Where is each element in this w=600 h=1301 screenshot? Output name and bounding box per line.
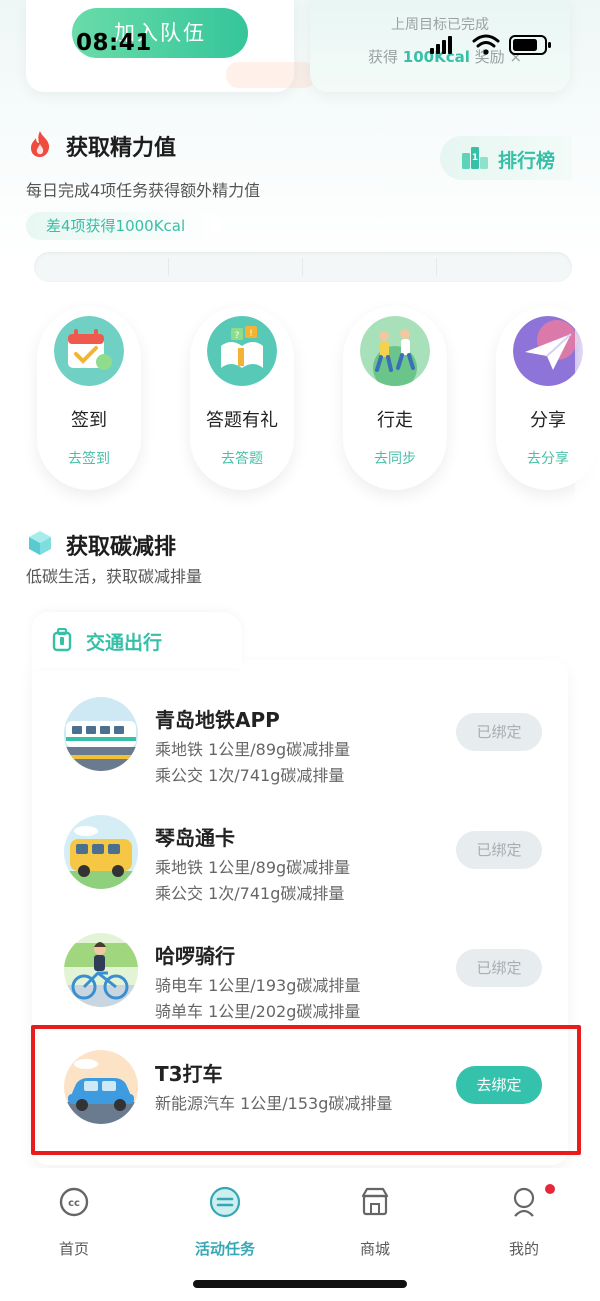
profile-icon	[513, 1187, 535, 1217]
nav-item-home[interactable]: cc 首页	[24, 1186, 124, 1266]
bound-button[interactable]: 已绑定	[456, 831, 542, 869]
leaderboard-label: 排行榜	[498, 150, 556, 172]
energy-section-title: 获取精力值	[66, 136, 177, 161]
walking-people-icon	[360, 316, 430, 386]
status-time: 08:41	[76, 30, 152, 56]
emission-rate: 乘地铁 1公里/89g碳减排量	[155, 858, 351, 877]
task-action[interactable]: 去同步	[343, 448, 447, 468]
decorative-shape	[226, 62, 316, 88]
task-name: 签到	[71, 410, 107, 431]
activity-task-icon	[209, 1186, 241, 1218]
last-week-status: 上周目标已完成	[391, 17, 489, 33]
cube-icon	[29, 531, 51, 555]
cyclist-icon	[64, 933, 138, 1007]
battery-icon	[509, 35, 551, 55]
emission-rate: 骑电车 1公里/193g碳减排量	[155, 976, 361, 995]
carbon-section-subtitle: 低碳生活，获取碳减排量	[26, 567, 203, 586]
home-face-icon: cc	[59, 1187, 89, 1217]
leaderboard-icon: 1	[462, 147, 488, 169]
emission-rate: 乘公交 1次/741g碳减排量	[155, 884, 345, 903]
task-name: 行走	[377, 410, 413, 431]
task-card-checkin[interactable]: 签到 去签到	[37, 306, 141, 490]
svg-text:?: ?	[235, 331, 240, 341]
emission-rate: 骑单车 1公里/202g碳减排量	[155, 1002, 361, 1021]
nav-label: 我的	[508, 1240, 539, 1258]
svg-text:!: !	[249, 329, 253, 339]
remaining-tasks-pill: 差4项获得1000Kcal	[26, 212, 222, 240]
signal-icon	[430, 36, 452, 54]
carbon-section-title: 获取碳减排	[66, 535, 177, 560]
nav-label: 活动任务	[194, 1240, 255, 1258]
task-card-quiz[interactable]: ? ! 答题有礼 去答题	[190, 306, 294, 490]
status-icons	[430, 34, 551, 55]
svg-text:1: 1	[472, 153, 478, 163]
home-indicator	[193, 1280, 407, 1288]
bound-button[interactable]: 已绑定	[456, 713, 542, 751]
app-name: 哈啰骑行	[155, 944, 235, 968]
app-name: 琴岛通卡	[155, 826, 235, 850]
wifi-icon	[472, 34, 500, 55]
highlight-annotation	[31, 1025, 581, 1155]
nav-label: 商城	[359, 1240, 390, 1258]
task-progress-bar	[34, 252, 572, 282]
bus-icon	[64, 815, 138, 889]
quiz-book-icon: ? !	[207, 316, 277, 386]
task-action[interactable]: 去签到	[37, 448, 141, 468]
svg-text:cc: cc	[68, 1198, 80, 1209]
subway-train-icon	[64, 697, 138, 771]
progress-divider	[168, 258, 169, 276]
scroll-fade	[575, 300, 600, 500]
bound-button[interactable]: 已绑定	[456, 949, 542, 987]
progress-divider	[302, 258, 303, 276]
leaderboard-button[interactable]: 1 排行榜	[440, 136, 572, 180]
luggage-icon	[52, 628, 72, 652]
emission-rate: 乘地铁 1公里/89g碳减排量	[155, 740, 351, 759]
energy-section-subtitle: 每日完成4项任务获得额外精力值	[26, 181, 261, 200]
tab-transport[interactable]: 交通出行	[32, 612, 242, 668]
fire-icon	[31, 131, 50, 157]
task-action[interactable]: 去答题	[190, 448, 294, 468]
nav-item-profile[interactable]: 我的	[474, 1184, 574, 1266]
emission-rate: 乘公交 1次/741g碳减排量	[155, 766, 345, 785]
app-name: 青岛地铁APP	[155, 708, 280, 732]
tab-transport-label: 交通出行	[86, 632, 163, 654]
nav-label: 首页	[58, 1240, 89, 1258]
notification-dot	[545, 1184, 555, 1194]
progress-divider	[436, 258, 437, 276]
nav-item-activity[interactable]: 活动任务	[175, 1186, 275, 1266]
task-name: 答题有礼	[206, 410, 278, 431]
reward-prefix: 获得	[368, 48, 399, 66]
nav-item-shop[interactable]: 商城	[325, 1186, 425, 1266]
calendar-check-icon	[54, 316, 124, 386]
paper-plane-icon	[513, 316, 583, 386]
shop-icon	[361, 1187, 389, 1216]
task-card-walking[interactable]: 行走 去同步	[343, 306, 447, 490]
